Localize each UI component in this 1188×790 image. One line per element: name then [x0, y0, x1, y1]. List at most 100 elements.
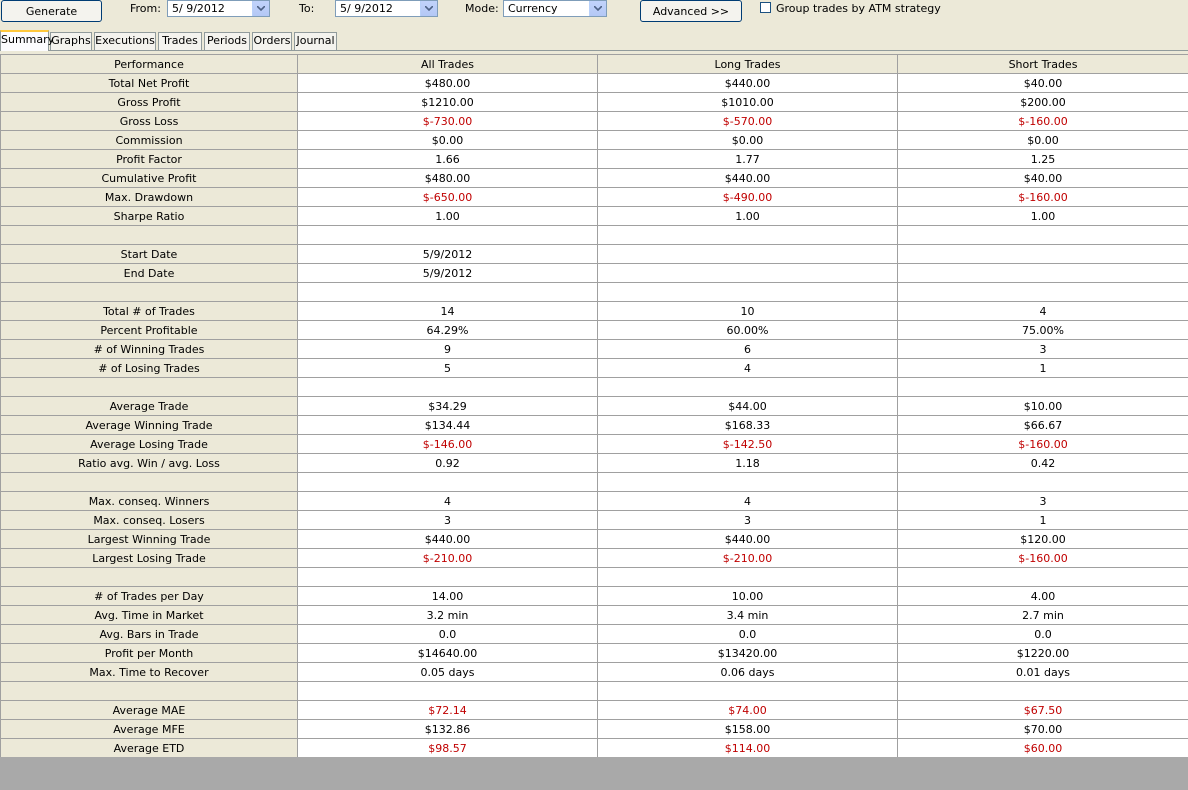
row-label: Average MAE — [0, 700, 298, 720]
table-row[interactable] — [0, 567, 1188, 587]
table-row[interactable]: Total Net Profit $480.00 $440.00 $40.00 — [0, 73, 1188, 93]
row-label: Profit Factor — [0, 149, 298, 169]
mode-select[interactable]: Currency — [503, 0, 607, 17]
table-row[interactable]: Percent Profitable 64.29% 60.00% 75.00% — [0, 320, 1188, 340]
group-trades-checkbox[interactable] — [760, 2, 771, 13]
table-row[interactable]: # of Trades per Day 14.00 10.00 4.00 — [0, 586, 1188, 606]
row-label: Gross Loss — [0, 111, 298, 131]
table-row[interactable]: Profit per Month $14640.00 $13420.00 $1220.… — [0, 643, 1188, 663]
table-row[interactable]: Cumulative Profit $480.00 $440.00 $40.00 — [0, 168, 1188, 188]
row-label — [0, 567, 298, 587]
table-row[interactable]: Largest Winning Trade $440.00 $440.00 $120.… — [0, 529, 1188, 549]
table-row[interactable] — [0, 225, 1188, 245]
empty-area — [0, 757, 1188, 790]
row-label: Largest Winning Trade — [0, 529, 298, 549]
advanced-button[interactable]: Advanced >> — [640, 0, 742, 22]
table-row[interactable]: Max. conseq. Winners 4 4 3 — [0, 491, 1188, 511]
column-header[interactable]: Performance — [0, 54, 298, 74]
table-row[interactable]: Ratio avg. Win / avg. Loss 0.92 1.18 0.42 — [0, 453, 1188, 473]
all-trades-cell: $-210.00 — [297, 548, 598, 568]
tab-graphs[interactable]: Graphs — [50, 32, 92, 50]
short-trades-cell: $-160.00 — [897, 434, 1188, 454]
long-trades-cell: $158.00 — [597, 719, 898, 739]
table-row[interactable]: Max. conseq. Losers 3 3 1 — [0, 510, 1188, 530]
table-row[interactable]: # of Winning Trades 9 6 3 — [0, 339, 1188, 359]
long-trades-cell: 1.18 — [597, 453, 898, 473]
long-trades-cell: $0.00 — [597, 130, 898, 150]
table-row[interactable]: Average Trade $34.29 $44.00 $10.00 — [0, 396, 1188, 416]
all-trades-cell: 0.0 — [297, 624, 598, 644]
all-trades-cell: $34.29 — [297, 396, 598, 416]
long-trades-cell: 4 — [597, 358, 898, 378]
row-label: Average Losing Trade — [0, 434, 298, 454]
table-row[interactable]: Avg. Bars in Trade 0.0 0.0 0.0 — [0, 624, 1188, 644]
table-row[interactable] — [0, 472, 1188, 492]
tab-periods[interactable]: Periods — [204, 32, 250, 50]
chevron-down-icon[interactable] — [252, 1, 269, 16]
all-trades-cell — [297, 681, 598, 701]
all-trades-cell: $-730.00 — [297, 111, 598, 131]
tab-executions[interactable]: Executions — [94, 32, 156, 50]
chevron-down-icon[interactable] — [420, 1, 437, 16]
table-row[interactable]: Avg. Time in Market 3.2 min 3.4 min 2.7 min — [0, 605, 1188, 625]
row-label: Percent Profitable — [0, 320, 298, 340]
row-label: Average Trade — [0, 396, 298, 416]
column-header[interactable]: All Trades — [297, 54, 598, 74]
column-header[interactable]: Short Trades — [897, 54, 1188, 74]
tab-executions-label: Executions — [95, 34, 155, 47]
from-date-picker[interactable]: 5/ 9/2012 — [167, 0, 270, 17]
table-row[interactable]: Profit Factor 1.66 1.77 1.25 — [0, 149, 1188, 169]
tab-divider — [0, 50, 1188, 51]
table-row[interactable]: Commission $0.00 $0.00 $0.00 — [0, 130, 1188, 150]
table-row[interactable] — [0, 681, 1188, 701]
row-label: Ratio avg. Win / avg. Loss — [0, 453, 298, 473]
long-trades-cell: $-570.00 — [597, 111, 898, 131]
chevron-down-icon[interactable] — [589, 1, 606, 16]
long-trades-cell: $440.00 — [597, 73, 898, 93]
table-row[interactable]: End Date 5/9/2012 — [0, 263, 1188, 283]
table-row[interactable]: Total # of Trades 14 10 4 — [0, 301, 1188, 321]
short-trades-cell: $40.00 — [897, 73, 1188, 93]
tab-summary[interactable]: Summary — [0, 30, 54, 51]
table-row[interactable]: Sharpe Ratio 1.00 1.00 1.00 — [0, 206, 1188, 226]
to-date-picker[interactable]: 5/ 9/2012 — [335, 0, 438, 17]
all-trades-cell — [297, 282, 598, 302]
tab-journal[interactable]: Journal — [294, 32, 337, 50]
table-row[interactable]: Average Losing Trade $-146.00 $-142.50 $-16… — [0, 434, 1188, 454]
table-row[interactable]: Average ETD $98.57 $114.00 $60.00 — [0, 738, 1188, 758]
table-row[interactable] — [0, 377, 1188, 397]
short-trades-cell: $-160.00 — [897, 187, 1188, 207]
table-row[interactable] — [0, 282, 1188, 302]
all-trades-cell: $440.00 — [297, 529, 598, 549]
generate-button[interactable]: Generate — [1, 0, 102, 22]
row-label: Largest Losing Trade — [0, 548, 298, 568]
column-header[interactable]: Long Trades — [597, 54, 898, 74]
table-row[interactable]: Gross Profit $1210.00 $1010.00 $200.00 — [0, 92, 1188, 112]
long-trades-cell: $-142.50 — [597, 434, 898, 454]
table-row[interactable]: Largest Losing Trade $-210.00 $-210.00 $-16… — [0, 548, 1188, 568]
long-trades-cell — [597, 681, 898, 701]
row-label: Gross Profit — [0, 92, 298, 112]
row-label — [0, 282, 298, 302]
table-row[interactable]: Max. Drawdown $-650.00 $-490.00 $-160.00 — [0, 187, 1188, 207]
short-trades-cell: 0.01 days — [897, 662, 1188, 682]
table-row[interactable]: Start Date 5/9/2012 — [0, 244, 1188, 264]
row-label: # of Winning Trades — [0, 339, 298, 359]
table-row[interactable]: Gross Loss $-730.00 $-570.00 $-160.00 — [0, 111, 1188, 131]
short-trades-cell: 3 — [897, 339, 1188, 359]
row-label: Max. Time to Recover — [0, 662, 298, 682]
table-row[interactable]: Average MFE $132.86 $158.00 $70.00 — [0, 719, 1188, 739]
all-trades-cell: 0.92 — [297, 453, 598, 473]
tab-trades[interactable]: Trades — [158, 32, 202, 50]
all-trades-cell: $-146.00 — [297, 434, 598, 454]
table-row[interactable]: # of Losing Trades 5 4 1 — [0, 358, 1188, 378]
table-row[interactable]: Average MAE $72.14 $74.00 $67.50 — [0, 700, 1188, 720]
to-date-value: 5/ 9/2012 — [340, 2, 393, 15]
row-label: Average Winning Trade — [0, 415, 298, 435]
tab-orders[interactable]: Orders — [252, 32, 292, 50]
all-trades-cell: 3 — [297, 510, 598, 530]
table-row[interactable]: Average Winning Trade $134.44 $168.33 $66.6… — [0, 415, 1188, 435]
all-trades-cell — [297, 567, 598, 587]
group-trades-label[interactable]: Group trades by ATM strategy — [776, 2, 941, 15]
table-row[interactable]: Max. Time to Recover 0.05 days 0.06 days 0.… — [0, 662, 1188, 682]
